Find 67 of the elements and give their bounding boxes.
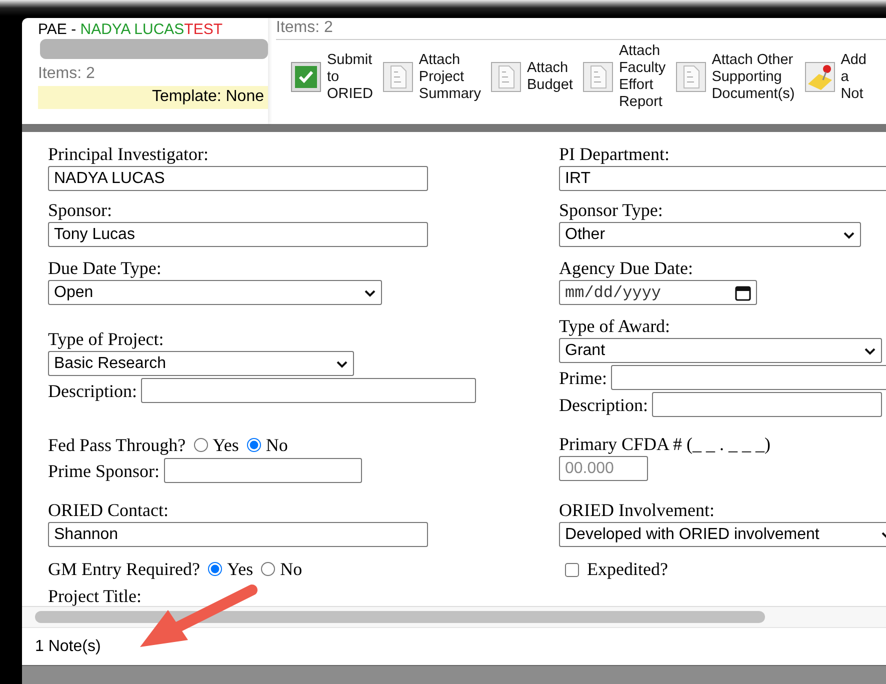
- radio-button[interactable]: [261, 562, 276, 576]
- field-label: GM Entry Required?: [48, 559, 200, 579]
- template-label: Template: None: [38, 86, 268, 109]
- field-label: Type of Project:: [48, 329, 164, 349]
- chevron-down-icon: [864, 346, 876, 354]
- field-label: Prime Sponsor:: [48, 460, 160, 480]
- field-label: ORIED Involvement:: [559, 500, 714, 520]
- item-count: Items: 2: [276, 19, 333, 37]
- option-label: Yes: [226, 558, 254, 580]
- field-label: Sponsor Type:: [559, 200, 663, 220]
- document-icon: [382, 62, 413, 92]
- field-label: Prime:: [559, 368, 607, 388]
- option-label: No: [280, 558, 302, 580]
- dropdown[interactable]: Developed with ORIED involvement: [559, 522, 886, 547]
- radio-button[interactable]: [208, 562, 222, 576]
- toolbar-button[interactable]: Submit to ORIED: [291, 52, 373, 102]
- toolbar-button[interactable]: Attach Budget: [490, 60, 573, 94]
- calendar-icon: [735, 284, 751, 300]
- dropdown[interactable]: Open: [48, 280, 382, 305]
- input-field[interactable]: [611, 365, 886, 390]
- input-field[interactable]: [140, 378, 476, 403]
- input-field[interactable]: [164, 458, 362, 483]
- field-label: Description:: [559, 394, 648, 414]
- dropdown[interactable]: Basic Research: [48, 351, 354, 376]
- input-field[interactable]: Shannon: [48, 522, 428, 547]
- document-icon: [490, 62, 521, 92]
- document-icon: [582, 62, 613, 92]
- toolbar-button[interactable]: Attach Project Summary: [382, 52, 481, 102]
- item-count: Items: 2: [38, 65, 95, 83]
- checkbox-label: Expedited?: [587, 559, 668, 580]
- field-label: Primary CFDA # (_ _ . _ _ _): [559, 434, 770, 454]
- field-label: Fed Pass Through?: [48, 435, 186, 455]
- pushpin-note-icon: [804, 62, 835, 92]
- field-label: PI Department:: [559, 144, 670, 164]
- checkbox[interactable]: [565, 562, 579, 576]
- field-label: Project Title:: [48, 586, 142, 606]
- dropdown[interactable]: Grant: [559, 338, 882, 363]
- field-label: Due Date Type:: [48, 258, 162, 278]
- option-label: Yes: [212, 434, 239, 456]
- input-field[interactable]: IRT: [559, 166, 886, 191]
- toolbar-button[interactable]: Attach Other Supporting Document(s): [676, 52, 795, 102]
- field-label: Principal Investigator:: [48, 144, 208, 164]
- date-field[interactable]: mm/dd/yyyy: [559, 280, 757, 305]
- toolbar-button[interactable]: Add a Not: [804, 52, 866, 102]
- document-icon: [676, 62, 706, 92]
- input-field[interactable]: 00.000: [559, 456, 648, 481]
- chevron-down-icon: [843, 230, 855, 238]
- field-label: Type of Award:: [559, 316, 670, 336]
- toolbar-button[interactable]: Attach Faculty Effort Report: [582, 43, 666, 111]
- notes-count: 1 Note(s): [34, 637, 101, 657]
- input-field[interactable]: NADYA LUCAS: [48, 166, 428, 191]
- input-field[interactable]: Tony Lucas: [48, 222, 428, 247]
- scrollbar-thumb[interactable]: [35, 611, 765, 623]
- chevron-down-icon: [336, 360, 348, 368]
- field-label: ORIED Contact:: [48, 500, 168, 520]
- chevron-down-icon: [364, 288, 376, 296]
- dropdown[interactable]: Other: [559, 222, 861, 247]
- check-icon: [291, 62, 321, 92]
- record-title: PAE - NADYA LUCASTEST: [38, 21, 223, 39]
- field-label: Description:: [48, 380, 137, 400]
- field-label: Sponsor:: [48, 200, 112, 220]
- field-label: Agency Due Date:: [559, 258, 693, 278]
- input-field[interactable]: [652, 392, 882, 417]
- radio-button[interactable]: [194, 438, 208, 452]
- radio-button[interactable]: [246, 438, 261, 452]
- horizontal-scrollbar[interactable]: [22, 606, 886, 628]
- option-label: No: [266, 434, 288, 456]
